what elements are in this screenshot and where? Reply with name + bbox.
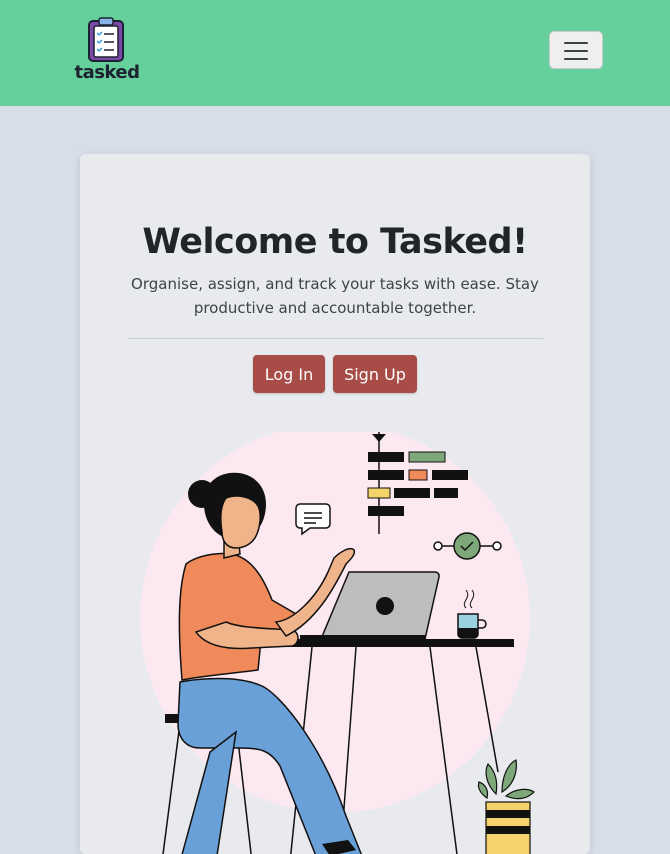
hero-illustration [140,432,535,854]
navbar-toggler-button[interactable] [549,31,603,69]
welcome-card: Welcome to Tasked! Organise, assign, and… [80,154,590,854]
clipboard-icon [88,17,124,62]
navbar: tasked [0,0,670,106]
divider [127,338,543,339]
signup-button[interactable]: Sign Up [333,355,417,393]
potted-plant-graphic [477,759,535,854]
lead-text: Organise, assign, and track your tasks w… [131,275,539,317]
page-title: Welcome to Tasked! [142,222,528,262]
brand-logo[interactable]: tasked [74,16,140,86]
brand-name: tasked [74,62,140,83]
login-button[interactable]: Log In [253,355,325,393]
